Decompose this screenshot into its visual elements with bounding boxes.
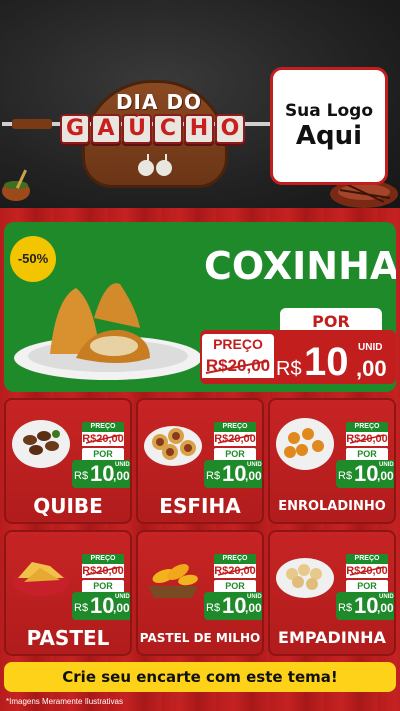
product-card-pastel-de-milho[interactable]: PREÇO R$20,00 POR R$ 10 ,00 UNID PASTEL … (136, 530, 264, 656)
por-label: POR (346, 580, 388, 592)
currency: R$ (74, 602, 89, 614)
product-card-empadinha[interactable]: PREÇO R$20,00 POR R$ 10 ,00 UNID EMPADIN… (268, 530, 396, 656)
currency: R$ (74, 470, 89, 482)
strikethrough-icon (217, 434, 253, 444)
preco-label: PREÇO (82, 554, 124, 564)
price-int: 10 (222, 593, 247, 618)
currency: R$ (206, 602, 221, 614)
hero-preco-label: PREÇO (202, 334, 274, 354)
logo-line1: Sua Logo (284, 101, 374, 121)
unit: UNID (379, 594, 394, 600)
product-card-esfiha[interactable]: PREÇO R$20,00 POR R$ 10 ,00 UNID ESFIHA (136, 398, 264, 524)
unit: UNID (115, 594, 130, 600)
price-cents: ,00 (377, 469, 394, 483)
hero-currency: R$ (276, 358, 302, 380)
discount-badge: -50% (10, 236, 56, 282)
product-card-quibe[interactable]: PREÇO R$20,00 POR R$ 10 ,00 UNID QUIBE (4, 398, 132, 524)
product-name: ESFIHA (159, 494, 241, 518)
cuia-decoration-icon (2, 169, 30, 201)
price-cents: ,00 (245, 469, 262, 483)
badge-letter: H (184, 114, 214, 144)
hero-product-card[interactable]: -50% COXINHA POR PREÇO R$20,00 R$ 10 ,00… (4, 222, 396, 392)
badge-letter-tiles: G A Ú C H O (60, 114, 245, 144)
badge-letter: C (153, 114, 183, 144)
price-int: 10 (90, 461, 115, 486)
por-label: POR (82, 580, 124, 592)
badge-letter: Ú (122, 114, 152, 144)
hero-price-cents: ,00 (356, 356, 387, 381)
badge-letter: O (215, 114, 245, 144)
currency: R$ (206, 470, 221, 482)
price-cents: ,00 (245, 601, 262, 615)
strikethrough-icon (349, 434, 385, 444)
unit: UNID (247, 594, 262, 600)
create-flyer-button[interactable]: Crie seu encarte com este tema! (4, 662, 396, 692)
product-name: EMPADINHA (278, 628, 386, 647)
pastel-icon (13, 562, 69, 596)
preco-label: PREÇO (346, 422, 388, 432)
disclaimer: *Imagens Meramente Ilustrativas (6, 697, 123, 706)
preco-label: PREÇO (214, 554, 256, 564)
product-card-enroladinho[interactable]: PREÇO R$20,00 POR R$ 10 ,00 UNID ENROLAD… (268, 398, 396, 524)
product-card-pastel[interactable]: PREÇO R$20,00 POR R$ 10 ,00 UNID PASTEL (4, 530, 132, 656)
price-int: 10 (354, 461, 379, 486)
strikethrough-icon (85, 566, 121, 576)
hero-title: COXINHA (204, 244, 396, 288)
badge-line1: DIA DO (115, 90, 203, 114)
product-name: PASTEL DE MILHO (139, 631, 261, 645)
currency: R$ (338, 470, 353, 482)
por-label: POR (214, 580, 256, 592)
product-name: PASTEL (26, 626, 110, 650)
badge-letter: G (60, 114, 90, 144)
strikethrough-icon (349, 566, 385, 576)
por-label: POR (346, 448, 388, 460)
por-label: POR (82, 448, 124, 460)
preco-label: PREÇO (82, 422, 124, 432)
strikethrough-icon (205, 360, 269, 374)
enroladinho-icon (276, 418, 334, 470)
price-cents: ,00 (113, 469, 130, 483)
chimarrao-icon (138, 154, 172, 176)
strikethrough-icon (85, 434, 121, 444)
logo-line2: Aqui (295, 121, 363, 151)
badge-letter: A (91, 114, 121, 144)
logo-placeholder[interactable]: Sua Logo Aqui (270, 67, 388, 185)
esfiha-icon (144, 426, 202, 466)
unit: UNID (115, 462, 130, 468)
price-cents: ,00 (377, 601, 394, 615)
pastel-de-milho-icon (148, 564, 198, 598)
price-cents: ,00 (113, 601, 130, 615)
empadinha-icon (276, 558, 334, 598)
preco-label: PREÇO (214, 422, 256, 432)
por-label: POR (214, 448, 256, 460)
product-name: QUIBE (33, 494, 103, 518)
hero-price-int: 10 (304, 340, 349, 384)
price-int: 10 (354, 593, 379, 618)
unit: UNID (379, 462, 394, 468)
strikethrough-icon (217, 566, 253, 576)
unit: UNID (247, 462, 262, 468)
hero-unit: UNID (358, 342, 383, 353)
product-name: ENROLADINHO (278, 499, 386, 514)
dia-do-gaucho-badge: DIA DO G A Ú C H O (2, 80, 322, 190)
quibe-icon (12, 420, 70, 468)
preco-label: PREÇO (346, 554, 388, 564)
price-int: 10 (222, 461, 247, 486)
price-int: 10 (90, 593, 115, 618)
currency: R$ (338, 602, 353, 614)
header: DIA DO G A Ú C H O Sua Logo Aqui (0, 0, 400, 210)
